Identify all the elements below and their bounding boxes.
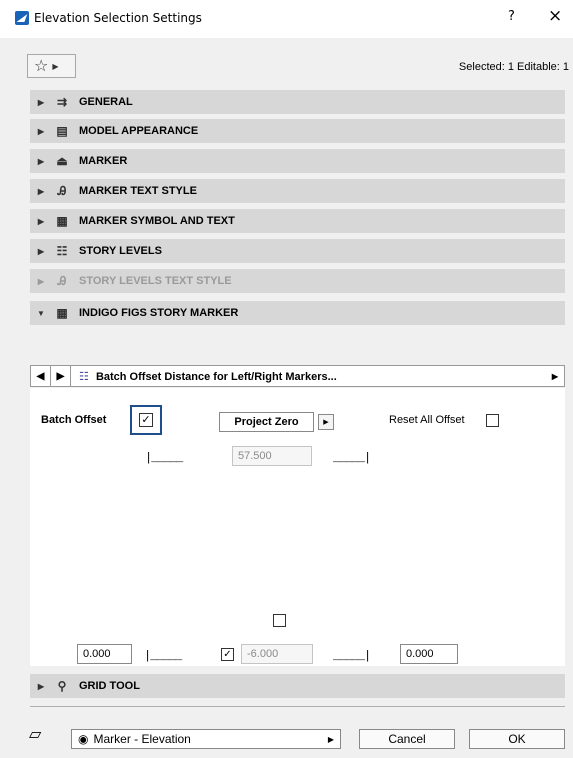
panel-marker-text-style[interactable]: ▶ Ꭿ MARKER TEXT STYLE [30, 179, 565, 203]
right-offset-field[interactable]: 0.000 [400, 644, 458, 664]
expand-arrow-icon: ▶ [37, 246, 45, 256]
panel-marker-symbol-and-text[interactable]: ▶ ▦ MARKER SYMBOL AND TEXT [30, 209, 565, 233]
layer-stack-icon[interactable]: ▱ [29, 724, 59, 743]
panel-label: MARKER [79, 155, 128, 167]
next-page-button[interactable]: ▶ [51, 366, 71, 386]
expand-arrow-icon: ▶ [37, 156, 45, 166]
top-offset-field[interactable]: 57.500 [232, 446, 312, 466]
eye-icon: ◉ [78, 732, 89, 746]
general-settings-icon: ⇉ [56, 95, 68, 109]
expand-arrow-icon: ▶ [37, 97, 45, 107]
panel-label: INDIGO FIGS STORY MARKER [79, 307, 239, 319]
help-button[interactable]: ? [508, 9, 515, 24]
star-icon: ☆ [34, 56, 49, 75]
panel-label: MODEL APPEARANCE [79, 125, 199, 137]
expand-arrow-icon: ▶ [37, 276, 45, 286]
model-appearance-icon: ▤ [56, 124, 68, 138]
previous-page-button[interactable]: ◀ [31, 366, 51, 386]
collapse-arrow-icon: ▼ [37, 308, 45, 318]
panel-general[interactable]: ▶ ⇉ GENERAL [30, 90, 565, 114]
ok-button[interactable]: OK [469, 729, 565, 749]
symbol-text-icon: ▦ [56, 214, 68, 228]
subpanel-navigator: ◀ ▶ ☷ Batch Offset Distance for Left/Rig… [30, 365, 565, 387]
right-offset-indicator-icon: _____| [333, 649, 371, 663]
grid-tool-icon: ⚲ [57, 679, 67, 693]
expand-arrow-icon: ▶ [37, 681, 45, 691]
left-offset-indicator-icon: |_____ [145, 451, 183, 465]
panel-label: GRID TOOL [79, 680, 140, 692]
marker-type-select[interactable]: ◉ Marker - Elevation ▶ [71, 729, 341, 749]
panel-label: STORY LEVELS TEXT STYLE [79, 275, 232, 287]
center-offset-checkbox[interactable]: ✓ [221, 648, 234, 661]
checkmark-icon: ✓ [139, 413, 153, 427]
batch-offset-label: Batch Offset [41, 414, 107, 426]
window-title: Elevation Selection Settings [34, 11, 202, 25]
panel-marker[interactable]: ▶ ⏏ MARKER [30, 149, 565, 173]
text-style-icon: Ꭿ [57, 183, 67, 198]
reset-all-offset-label: Reset All Offset [389, 414, 465, 426]
selection-info: Selected: 1 Editable: 1 [458, 61, 569, 73]
panel-label: MARKER TEXT STYLE [79, 185, 197, 197]
marker-type-label: Marker - Elevation [93, 732, 191, 746]
subpanel-title: Batch Offset Distance for Left/Right Mar… [95, 370, 337, 383]
text-style-icon: Ꭿ [57, 273, 67, 288]
title-bar: Elevation Selection Settings ? × [0, 0, 573, 38]
panel-story-levels[interactable]: ▶ ☷ STORY LEVELS [30, 239, 565, 263]
archicad-app-icon [15, 11, 29, 25]
subpanel-selector[interactable]: ☷ Batch Offset Distance for Left/Right M… [71, 370, 546, 383]
story-levels-icon: ☷ [56, 244, 68, 258]
panel-grid-tool[interactable]: ▶ ⚲ GRID TOOL [30, 674, 565, 698]
dropdown-arrow-icon: ▶ [327, 734, 334, 744]
center-offset-field[interactable]: -6.000 [241, 644, 313, 664]
panel-label: STORY LEVELS [79, 245, 162, 257]
expand-arrow-icon: ▶ [37, 126, 45, 136]
close-button[interactable]: × [548, 6, 562, 26]
marker-icon: ⏏ [56, 154, 68, 168]
expand-arrow-icon: ▶ [37, 216, 45, 226]
reset-all-offset-checkbox[interactable] [486, 414, 499, 427]
panel-label: MARKER SYMBOL AND TEXT [79, 215, 235, 227]
play-arrow-icon: ▶ [52, 61, 59, 71]
project-zero-popup-button[interactable]: ▶ [318, 414, 334, 430]
left-offset-indicator-icon: |_____ [144, 649, 182, 663]
symbol-text-icon: ▦ [56, 306, 68, 320]
panel-label: GENERAL [79, 96, 133, 108]
panel-model-appearance[interactable]: ▶ ▤ MODEL APPEARANCE [30, 119, 565, 143]
project-zero-button[interactable]: Project Zero [219, 412, 314, 432]
dropdown-arrow-icon[interactable]: ▶ [546, 372, 564, 381]
panel-story-levels-text-style: ▶ Ꭿ STORY LEVELS TEXT STYLE [30, 269, 565, 293]
batch-offset-checkbox[interactable]: ✓ [130, 405, 162, 435]
right-offset-indicator-icon: _____| [333, 451, 371, 465]
cancel-button[interactable]: Cancel [359, 729, 455, 749]
list-icon: ☷ [79, 370, 89, 383]
left-offset-field[interactable]: 0.000 [77, 644, 132, 664]
favorites-button[interactable]: ☆ ▶ [27, 54, 76, 78]
center-extra-checkbox[interactable] [273, 614, 286, 627]
footer-divider [30, 706, 565, 707]
panel-indigo-figs-story-marker[interactable]: ▼ ▦ INDIGO FIGS STORY MARKER [30, 301, 565, 325]
expand-arrow-icon: ▶ [37, 186, 45, 196]
